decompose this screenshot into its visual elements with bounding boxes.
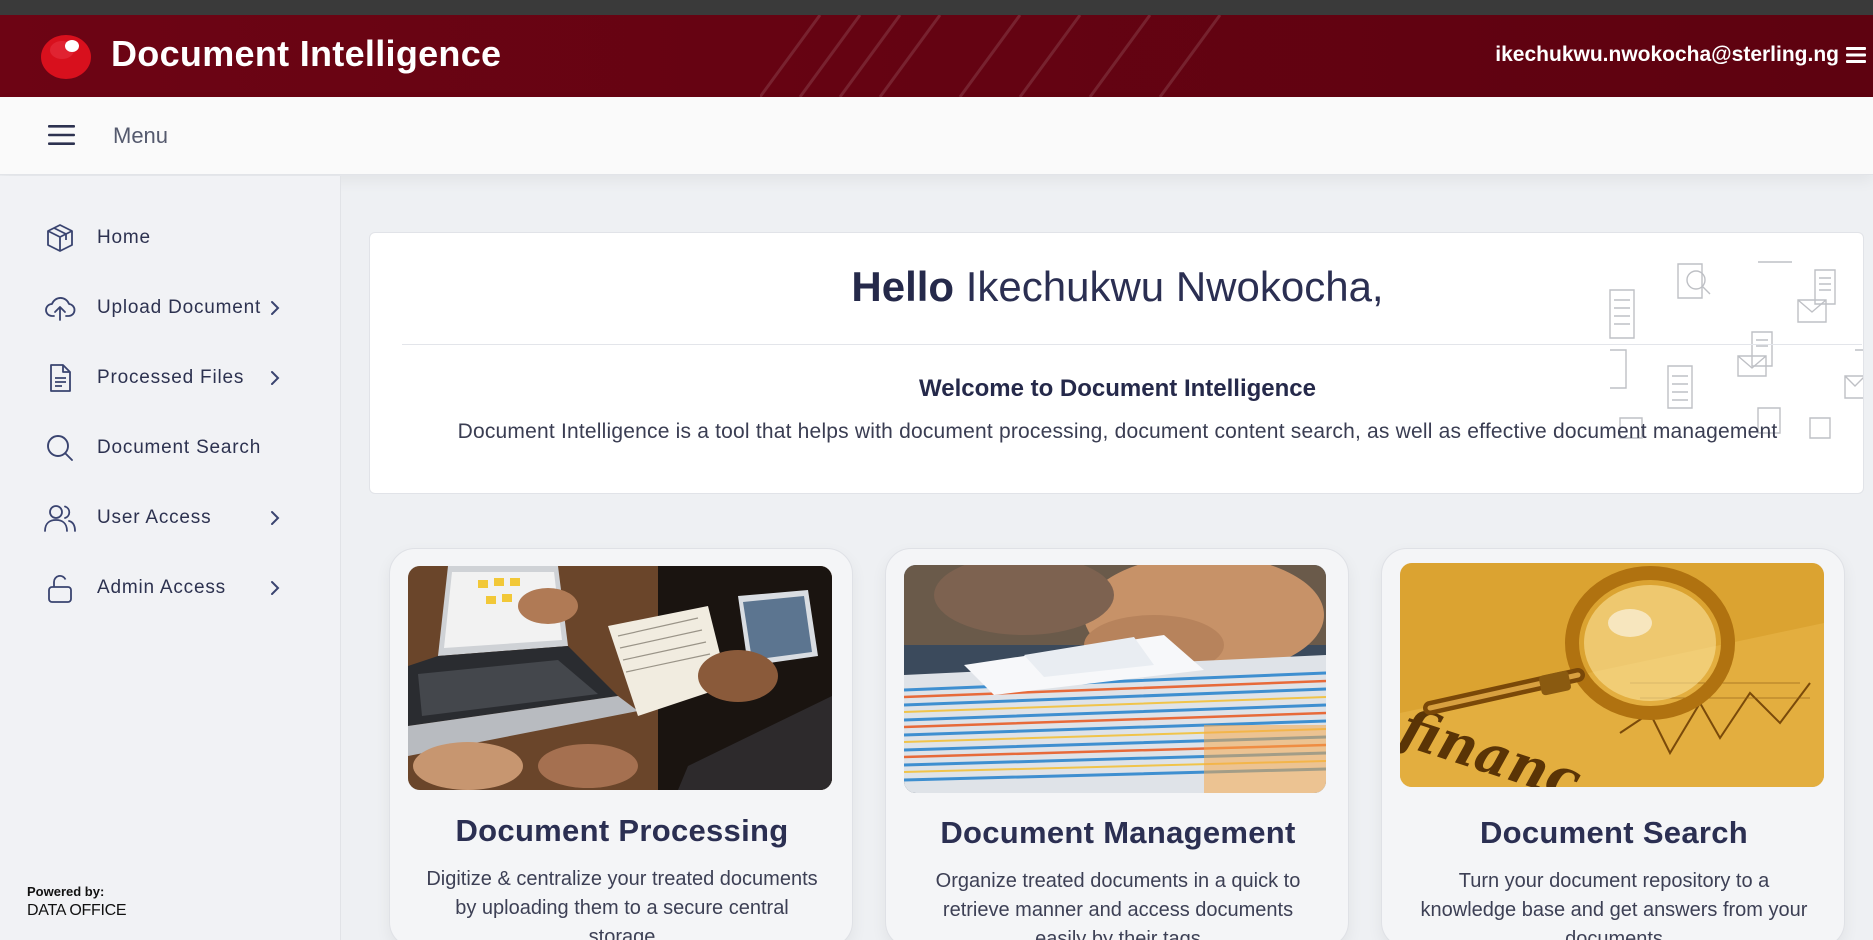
feature-image-laptop-notebook [408,566,832,790]
hamburger-menu-icon[interactable] [48,124,75,146]
sidebar-item-upload-document[interactable]: Upload Document [0,283,341,333]
chevron-right-icon [271,301,280,315]
menu-bar: Menu [0,97,1873,175]
card-divider [402,344,1862,345]
sidebar: Home Upload Document Processed Files Doc… [0,176,341,940]
feature-card-document-processing[interactable]: Document Processing Digitize & centraliz… [389,548,853,940]
users-icon [44,505,76,532]
sidebar-item-home[interactable]: Home [0,213,341,263]
unlock-icon [48,575,72,603]
feature-card-document-search[interactable]: financ Document Search Turn your documen… [1381,548,1845,940]
user-email[interactable]: ikechukwu.nwokocha@sterling.ng [1495,43,1839,67]
feature-image-magnifier-financial: financ [1400,563,1824,787]
file-text-icon [50,364,71,392]
sidebar-item-admin-access[interactable]: Admin Access [0,563,341,613]
user-menu-icon[interactable] [1845,45,1867,65]
feature-description: Digitize & centralize your treated docum… [426,868,818,940]
sidebar-item-label: User Access [97,507,212,528]
feature-title: Document Search [1479,815,1749,850]
menu-label[interactable]: Menu [113,123,168,149]
browser-chrome-strip [0,0,1873,15]
header-pattern [760,15,1222,97]
sidebar-item-label: Upload Document [97,297,262,318]
feature-title: Document Processing [455,813,789,848]
welcome-description: Document Intelligence is a tool that hel… [457,420,1778,443]
sidebar-item-label: Home [97,227,151,248]
sidebar-item-label: Document Search [97,437,262,458]
powered-by-org: DATA OFFICE [27,902,127,919]
chevron-right-icon [271,371,280,385]
app-title: Document Intelligence [111,33,502,74]
welcome-card: Hello Ikechukwu Nwokocha, Welcome to Doc… [369,232,1864,494]
cloud-upload-icon [45,297,76,321]
sidebar-item-label: Admin Access [97,577,226,598]
sidebar-item-user-access[interactable]: User Access [0,493,341,543]
greeting-heading: Hello Ikechukwu Nwokocha, [370,263,1863,311]
chevron-right-icon [271,581,280,595]
greeting-user-name: Ikechukwu Nwokocha, [965,263,1384,310]
top-header: Document Intelligence ikechukwu.nwokocha… [0,15,1873,97]
sidebar-item-label: Processed Files [97,367,245,388]
feature-card-document-management[interactable]: Document Management Organize treated doc… [885,548,1349,940]
feature-title: Document Management [940,815,1296,850]
sidebar-item-processed-files[interactable]: Processed Files [0,353,341,403]
feature-image-document-stack [904,565,1326,793]
search-icon [47,435,73,461]
greeting-word: Hello [851,263,955,310]
feature-description: Organize treated documents in a quick to… [935,870,1301,940]
box-icon [47,224,73,252]
app-logo[interactable] [40,32,92,80]
sidebar-item-document-search[interactable]: Document Search [0,423,341,473]
feature-description: Turn your document repository to a knowl… [1420,870,1808,940]
welcome-title: Welcome to Document Intelligence [919,375,1316,402]
powered-by-label: Powered by: [27,884,105,899]
chevron-right-icon [271,511,280,525]
